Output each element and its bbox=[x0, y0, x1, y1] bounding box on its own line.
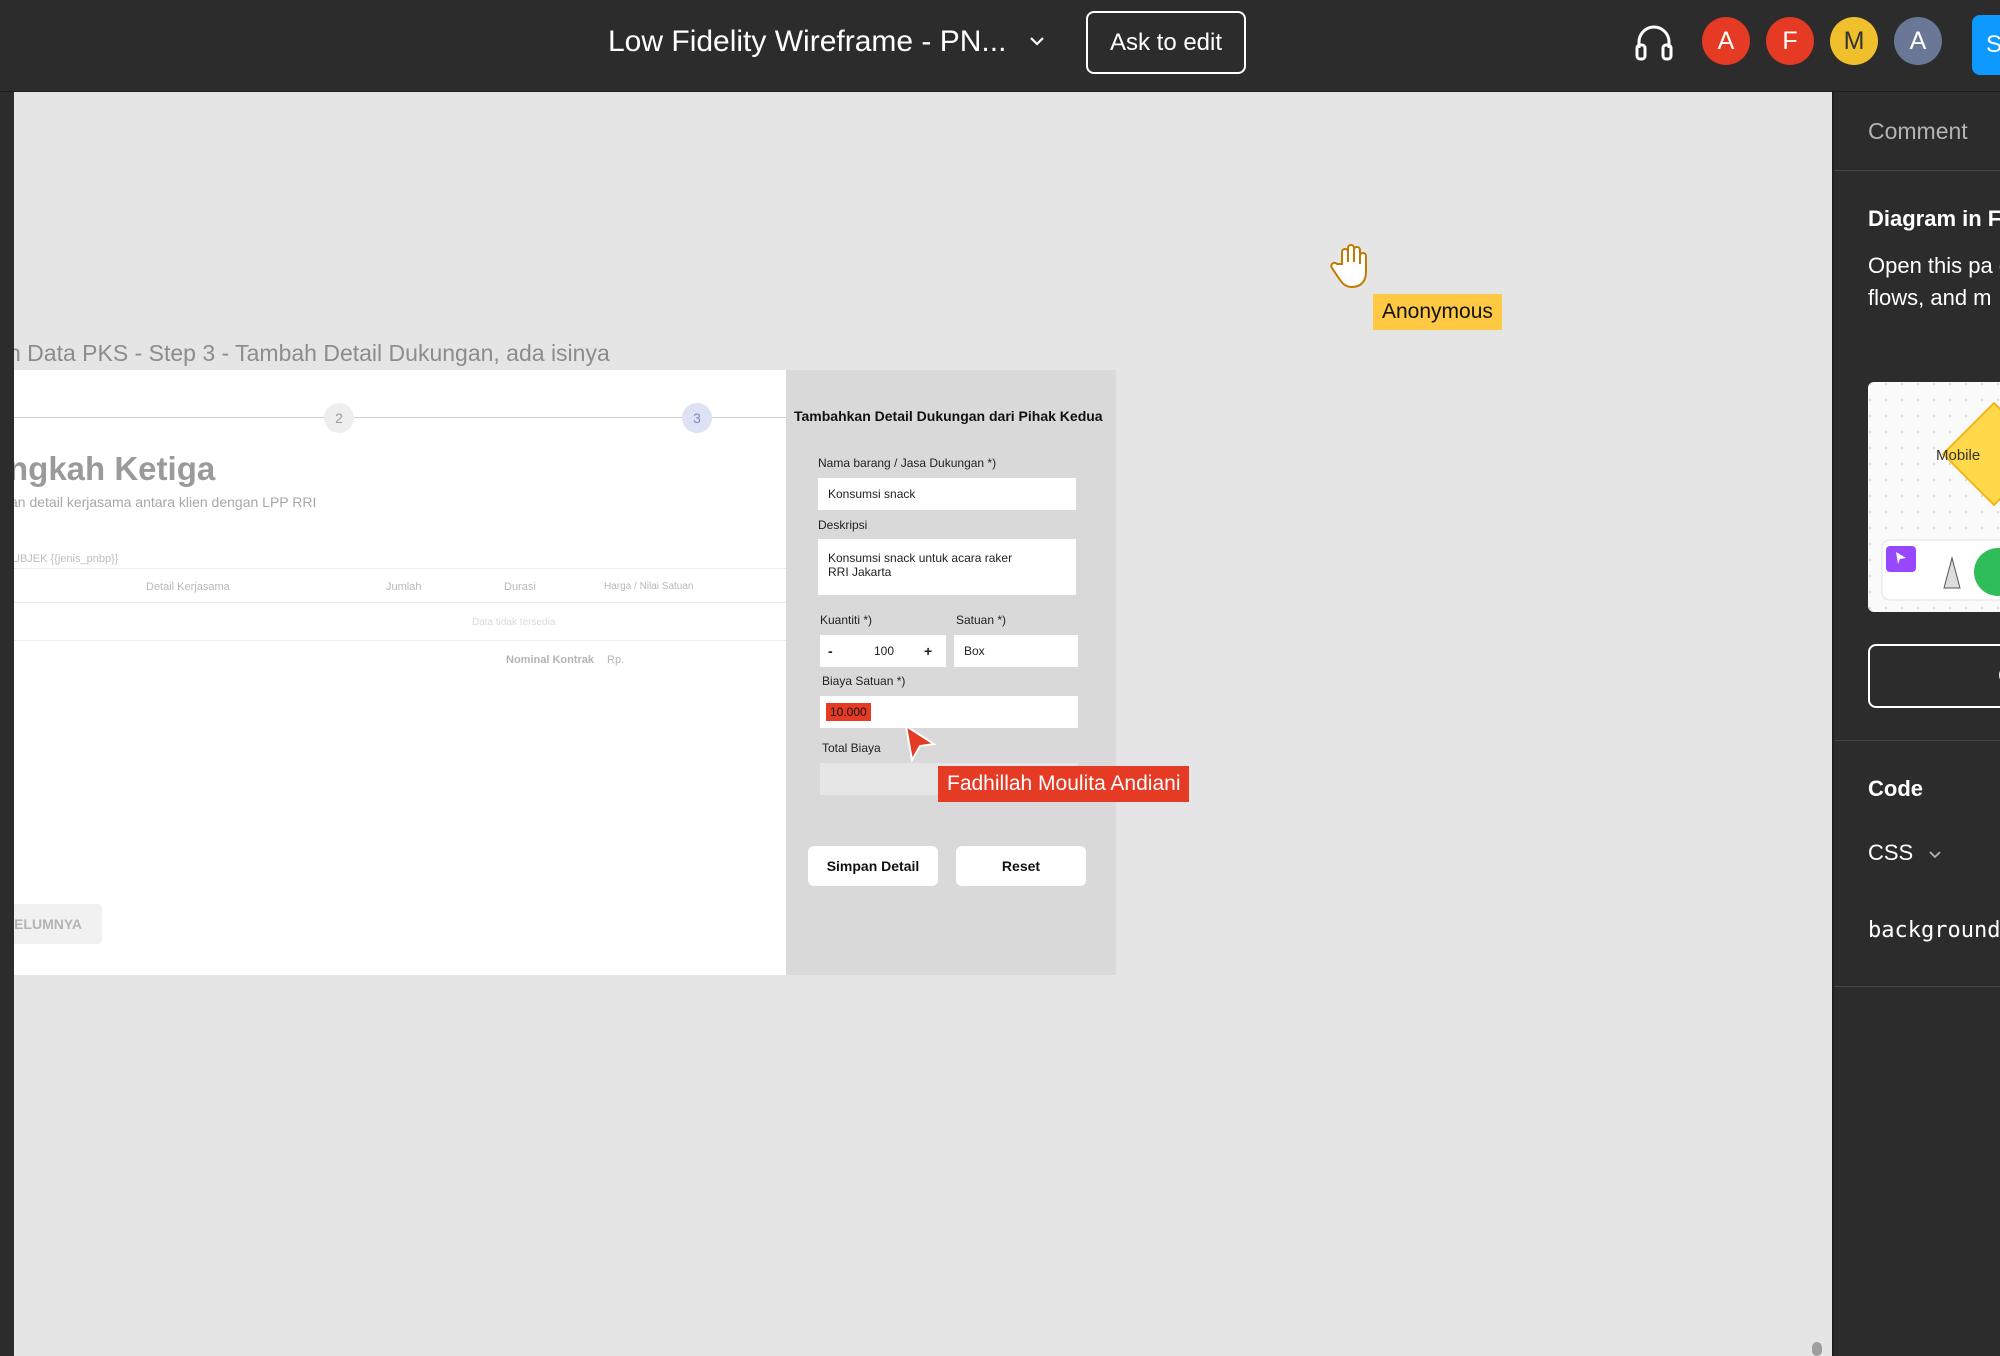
frame-title[interactable]: n Data PKS - Step 3 - Tambah Detail Duku… bbox=[14, 340, 610, 367]
table-header-detail: Detail Kerjasama bbox=[146, 581, 230, 593]
tab-comment[interactable]: Comment bbox=[1868, 118, 1968, 145]
avatar[interactable]: M bbox=[1830, 17, 1878, 65]
stepper-line bbox=[14, 417, 786, 418]
code-language-label[interactable]: CSS bbox=[1868, 840, 1913, 865]
open-diagram-button[interactable]: C bbox=[1868, 644, 2000, 708]
biaya-satuan-input[interactable]: 10.000 bbox=[820, 696, 1078, 728]
canvas-scrollbar[interactable] bbox=[1812, 1342, 1822, 1356]
form-title: Tambahkan Detail Dukungan dari Pihak Ked… bbox=[794, 408, 1103, 424]
css-code-line: background bbox=[1868, 918, 2000, 943]
avatar[interactable]: F bbox=[1766, 17, 1814, 65]
detail-form-panel: Tambahkan Detail Dukungan dari Pihak Ked… bbox=[786, 370, 1116, 975]
rp-label: Rp. bbox=[607, 654, 625, 666]
deskripsi-textarea[interactable]: Konsumsi snack untuk acara raker RRI Jak… bbox=[818, 539, 1076, 595]
file-title[interactable]: Low Fidelity Wireframe - PN... bbox=[608, 22, 1006, 62]
quantity-stepper[interactable]: - 100 + bbox=[820, 635, 946, 667]
diagram-description: Open this pa can quickly c flows, and m bbox=[1868, 253, 2000, 310]
quantity-value[interactable]: 100 bbox=[866, 635, 902, 667]
hand-cursor-icon bbox=[1330, 244, 1367, 289]
panel-divider bbox=[1834, 986, 2000, 987]
step-indicator-2: 2 bbox=[324, 403, 354, 433]
wireframe-frame[interactable]: 2 3 ngkah Ketiga an detail kerjasama ant… bbox=[14, 370, 1116, 975]
reset-button[interactable]: Reset bbox=[956, 846, 1086, 886]
kuantiti-label: Kuantiti *) bbox=[820, 613, 873, 627]
nama-barang-input[interactable]: Konsumsi snack bbox=[818, 478, 1076, 510]
ask-to-edit-button[interactable]: Ask to edit bbox=[1086, 11, 1246, 74]
headphones-icon[interactable] bbox=[1632, 20, 1676, 64]
step-heading: ngkah Ketiga bbox=[14, 450, 216, 487]
right-panel: Comment Diagram in F Open this pa can qu… bbox=[1832, 92, 2000, 1356]
satuan-label: Satuan *) bbox=[956, 613, 1007, 627]
biaya-satuan-label: Biaya Satuan *) bbox=[822, 674, 906, 688]
deskripsi-label: Deskripsi bbox=[818, 518, 868, 532]
step-indicator-3: 3 bbox=[682, 403, 712, 433]
diagram-preview-image: Mobile bbox=[1868, 382, 2000, 612]
increment-button[interactable]: + bbox=[924, 635, 932, 667]
selected-text[interactable]: 10.000 bbox=[826, 703, 871, 721]
top-toolbar: Low Fidelity Wireframe - PN... Ask to ed… bbox=[0, 0, 2000, 92]
left-panel-edge bbox=[0, 92, 14, 1356]
pointer-cursor-icon bbox=[904, 724, 937, 763]
avatar[interactable]: A bbox=[1894, 17, 1942, 65]
nama-barang-label: Nama barang / Jasa Dukungan *) bbox=[818, 456, 997, 470]
design-canvas[interactable]: n Data PKS - Step 3 - Tambah Detail Duku… bbox=[14, 92, 1832, 1356]
avatar[interactable]: A bbox=[1702, 17, 1750, 65]
diagram-shape-label: Mobile bbox=[1936, 447, 1980, 464]
simpan-detail-button[interactable]: Simpan Detail bbox=[808, 846, 938, 886]
table-header-durasi: Durasi bbox=[504, 581, 536, 593]
total-biaya-label: Total Biaya bbox=[822, 741, 881, 755]
diagram-preview-graphic: Mobile bbox=[1868, 382, 2000, 612]
table-header-jumlah: Jumlah bbox=[386, 581, 422, 593]
previous-button[interactable]: ELUMNYA bbox=[14, 904, 102, 944]
diagram-heading: Diagram in F bbox=[1868, 206, 2000, 231]
nominal-kontrak-label: Nominal Kontrak bbox=[506, 654, 595, 666]
step-subtitle: an detail kerjasama antara klien dengan … bbox=[14, 494, 317, 510]
satuan-input[interactable]: Box bbox=[954, 635, 1078, 667]
code-heading: Code bbox=[1868, 776, 1923, 801]
table-header-harga: Harga / Nilai Satuan bbox=[604, 581, 694, 592]
empty-table-note: Data tidak tersedia bbox=[472, 617, 556, 628]
cursor-label-anonymous: Anonymous bbox=[1373, 294, 1502, 330]
table-divider bbox=[14, 602, 786, 603]
chevron-down-icon[interactable] bbox=[1927, 846, 1943, 862]
table-divider bbox=[14, 568, 786, 569]
share-button[interactable]: S bbox=[1972, 15, 2000, 75]
panel-divider bbox=[1834, 740, 2000, 741]
decrement-button[interactable]: - bbox=[828, 635, 833, 667]
cursor-label-fadhillah: Fadhillah Moulita Andiani bbox=[938, 766, 1190, 802]
subjek-label: UBJEK {{jenis_pnbp}} bbox=[14, 553, 119, 565]
panel-divider bbox=[1834, 170, 2000, 171]
code-language-select[interactable]: CSS bbox=[1868, 840, 1943, 866]
chevron-down-icon[interactable] bbox=[1026, 30, 1048, 52]
table-divider bbox=[14, 640, 786, 641]
